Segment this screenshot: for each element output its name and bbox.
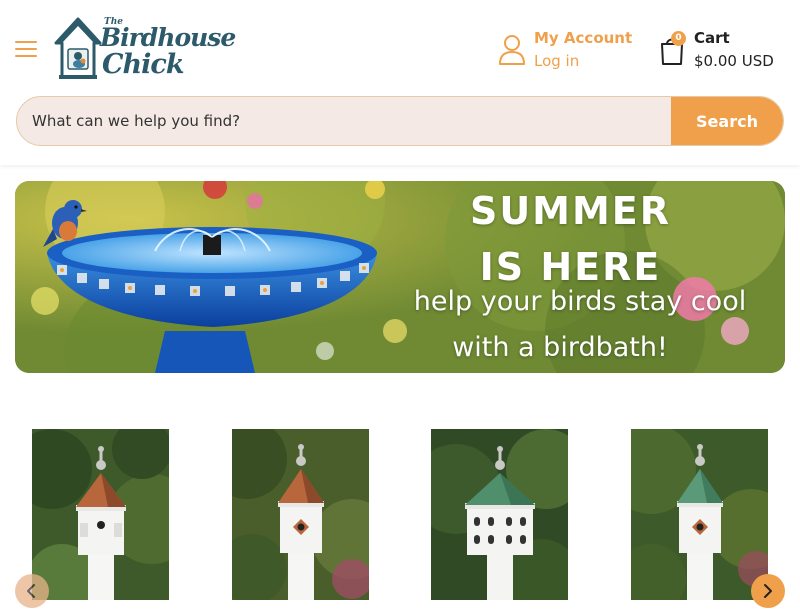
birdhouse-logo-icon: [54, 17, 102, 79]
banner-headline-line1: SUMMER: [469, 189, 672, 233]
hamburger-menu-icon[interactable]: [15, 39, 37, 59]
promo-banner[interactable]: SUMMER IS HERE help your birds stay cool…: [15, 181, 785, 373]
account-link[interactable]: My Account Log in: [497, 28, 637, 74]
login-link[interactable]: Log in: [534, 52, 579, 70]
search-bar: Search: [16, 96, 784, 146]
chevron-right-icon: [764, 584, 772, 598]
product-image: [631, 429, 768, 600]
cart-title: Cart: [694, 29, 730, 47]
logo-text-chick: Chick: [102, 49, 185, 80]
product-card[interactable]: [32, 429, 169, 600]
carousel-prev-button[interactable]: [15, 574, 49, 608]
product-image: [232, 429, 369, 600]
search-input[interactable]: [17, 97, 673, 145]
site-header: The Birdhouse Chick My Account Log in 0 …: [0, 0, 800, 165]
chevron-left-icon: [27, 584, 35, 598]
cart-link[interactable]: 0 Cart $0.00 USD: [657, 28, 787, 74]
product-card[interactable]: [431, 429, 568, 600]
carousel-next-button[interactable]: [751, 574, 785, 608]
cart-total: $0.00 USD: [694, 52, 774, 70]
search-button[interactable]: Search: [671, 97, 783, 145]
product-image: [431, 429, 568, 600]
cart-count-badge: 0: [671, 31, 686, 46]
product-image: [32, 429, 169, 600]
user-icon: [499, 35, 525, 65]
account-title: My Account: [534, 29, 633, 47]
product-card[interactable]: [232, 429, 369, 600]
banner-subtext-line2: with a birdbath!: [452, 332, 668, 363]
product-card[interactable]: [631, 429, 768, 600]
site-logo[interactable]: The Birdhouse Chick: [54, 17, 236, 81]
logo-text-birdhouse: Birdhouse: [100, 23, 236, 52]
banner-subtext-line1: help your birds stay cool: [413, 286, 747, 317]
banner-headline-line2: IS HERE: [479, 245, 662, 289]
